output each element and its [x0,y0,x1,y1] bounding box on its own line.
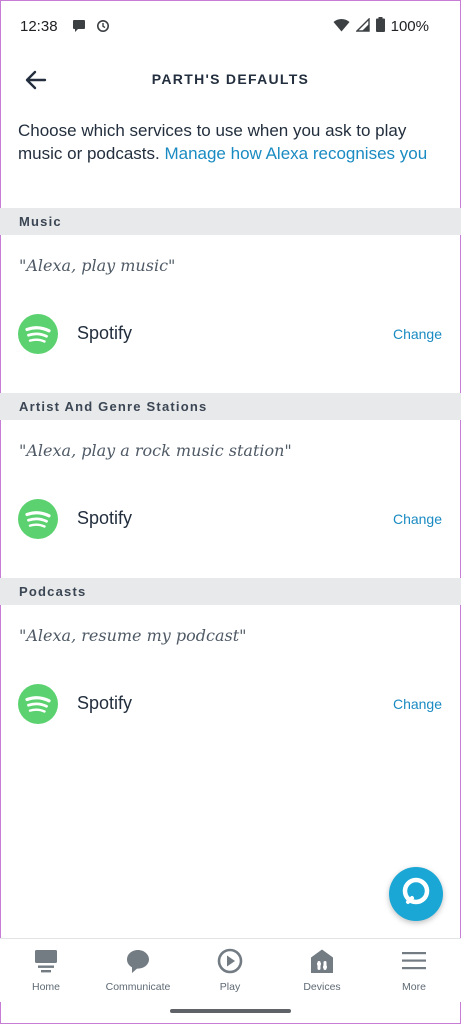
clock-icon [96,19,110,38]
manage-recognition-link[interactable]: Manage how Alexa recognises you [164,144,427,163]
alexa-voice-button[interactable] [389,867,443,921]
bottom-navigation: Home Communicate Play Devices More [0,938,461,1002]
status-system-icons: 100% [333,16,429,36]
home-gesture-bar[interactable] [170,1009,291,1013]
nav-label: Communicate [105,981,171,993]
signal-icon [354,16,370,36]
nav-more[interactable]: More [368,947,460,999]
nav-devices[interactable]: Devices [276,947,368,999]
nav-label: Play [219,981,241,993]
nav-label: More [402,981,426,993]
menu-icon [400,947,428,975]
page-title: PARTH'S DEFAULTS [151,71,310,87]
status-time: 12:38 [20,18,58,35]
service-name: Spotify [77,508,133,528]
service-row-podcasts: Spotify Change [0,676,461,732]
devices-icon [308,947,336,975]
wifi-icon [333,18,350,36]
service-name: Spotify [77,693,133,713]
utterance-example: "Alexa, resume my podcast" [19,626,247,645]
section-header-podcasts: Podcasts [0,578,461,605]
app-header: PARTH'S DEFAULTS [0,56,461,104]
change-podcasts-service-link[interactable]: Change [393,696,442,712]
section-title: Artist And Genre Stations [19,399,208,414]
status-bar: 12:38 100% [0,0,461,56]
nav-label: Home [31,981,60,993]
utterance-example: "Alexa, play a rock music station" [19,441,292,460]
service-row-music: Spotify Change [0,306,461,362]
service-row-stations: Spotify Change [0,491,461,547]
nav-label: Devices [303,981,341,993]
section-header-stations: Artist And Genre Stations [0,393,461,420]
alexa-ring-icon [400,876,432,913]
spotify-icon [18,499,58,539]
section-title: Music [19,214,62,229]
spotify-icon [18,314,58,354]
battery-percent: 100% [390,18,429,35]
change-stations-service-link[interactable]: Change [393,511,442,527]
spotify-icon [18,684,58,724]
status-notification-icons [72,19,110,38]
change-music-service-link[interactable]: Change [393,326,442,342]
speech-bubble-icon [124,947,152,975]
chat-bubble-icon [72,19,86,38]
home-icon [32,947,60,975]
nav-home[interactable]: Home [0,947,92,999]
utterance-example: "Alexa, play music" [19,256,176,275]
nav-play[interactable]: Play [184,947,276,999]
service-name: Spotify [77,323,133,343]
play-icon [216,947,244,975]
intro-text: Choose which services to use when you as… [18,119,428,165]
nav-communicate[interactable]: Communicate [92,947,184,999]
section-header-music: Music [0,208,461,235]
section-title: Podcasts [19,584,87,599]
battery-icon [375,17,385,36]
